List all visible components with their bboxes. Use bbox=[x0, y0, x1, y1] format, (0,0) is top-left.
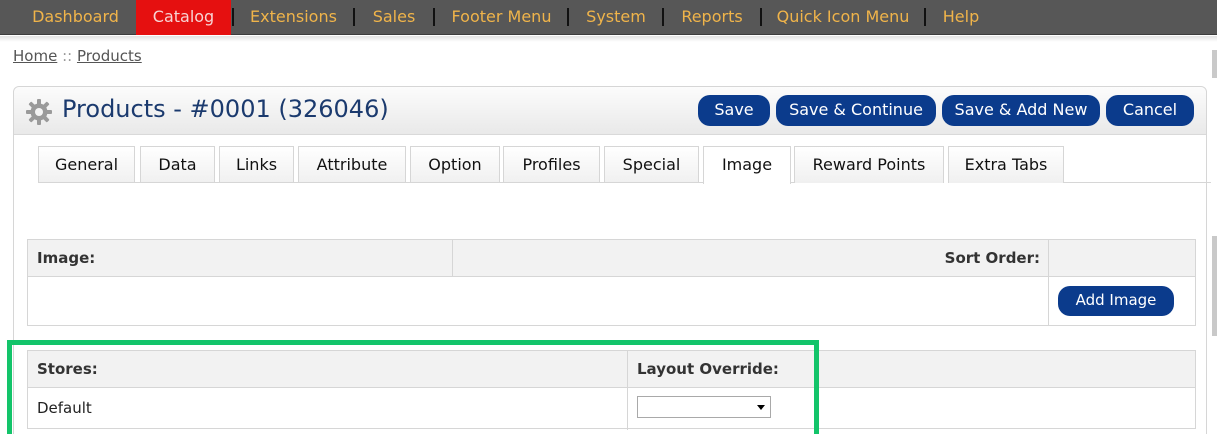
nav-separator bbox=[433, 8, 435, 26]
nav-item-catalog[interactable]: Catalog bbox=[136, 0, 231, 35]
nav-separator bbox=[924, 8, 926, 26]
tab-bar-line bbox=[38, 182, 703, 183]
page-heading: Products - #0001 (326046) Save Save & Co… bbox=[14, 87, 1206, 135]
tab-reward-points[interactable]: Reward Points bbox=[794, 146, 944, 183]
save-continue-button[interactable]: Save & Continue bbox=[776, 95, 936, 126]
nav-separator bbox=[353, 8, 355, 26]
column-divider bbox=[452, 240, 453, 277]
layout-table-header bbox=[28, 351, 1195, 388]
nav-shadow bbox=[0, 36, 1217, 42]
save-add-new-button[interactable]: Save & Add New bbox=[942, 95, 1100, 126]
column-divider bbox=[1048, 240, 1049, 326]
tab-data[interactable]: Data bbox=[140, 146, 215, 183]
layout-override-select[interactable] bbox=[637, 396, 771, 418]
save-button[interactable]: Save bbox=[698, 95, 770, 126]
dropdown-arrow-icon bbox=[757, 405, 765, 410]
top-nav: Dashboard Catalog Extensions Sales Foote… bbox=[0, 0, 1217, 35]
tab-extra-tabs[interactable]: Extra Tabs bbox=[948, 146, 1064, 183]
layout-table: Stores: Layout Override: Default bbox=[27, 350, 1196, 430]
image-table: Image: Sort Order: Add Image bbox=[27, 239, 1196, 326]
tab-special[interactable]: Special bbox=[604, 146, 699, 183]
gear-icon bbox=[26, 99, 52, 125]
nav-item-dashboard[interactable]: Dashboard bbox=[0, 0, 151, 35]
store-name: Default bbox=[37, 399, 92, 417]
nav-separator bbox=[760, 8, 762, 26]
tab-image[interactable]: Image bbox=[703, 146, 791, 184]
page-title: Products - #0001 (326046) bbox=[62, 95, 389, 123]
sort-order-column-header: Sort Order: bbox=[944, 249, 1040, 267]
nav-separator bbox=[232, 8, 234, 26]
breadcrumb-home-link[interactable]: Home bbox=[13, 47, 57, 65]
tab-bar-line bbox=[1064, 182, 1211, 183]
nav-item-system[interactable]: System bbox=[571, 0, 661, 35]
breadcrumb: Home :: Products bbox=[13, 47, 142, 69]
cancel-button[interactable]: Cancel bbox=[1106, 95, 1194, 126]
nav-item-quick-icon-menu[interactable]: Quick Icon Menu bbox=[764, 0, 922, 35]
stores-column-header: Stores: bbox=[37, 360, 98, 378]
nav-item-reports[interactable]: Reports bbox=[666, 0, 758, 35]
tab-links[interactable]: Links bbox=[219, 146, 294, 183]
column-divider bbox=[627, 351, 628, 430]
tab-option[interactable]: Option bbox=[410, 146, 500, 183]
nav-item-footer-menu[interactable]: Footer Menu bbox=[437, 0, 566, 35]
tab-attribute[interactable]: Attribute bbox=[298, 146, 406, 183]
nav-item-sales[interactable]: Sales bbox=[356, 0, 432, 35]
add-image-button[interactable]: Add Image bbox=[1058, 286, 1174, 316]
layout-override-column-header: Layout Override: bbox=[637, 360, 779, 378]
nav-item-extensions[interactable]: Extensions bbox=[236, 0, 351, 35]
tab-profiles[interactable]: Profiles bbox=[503, 146, 600, 183]
scrollbar-track[interactable] bbox=[1212, 50, 1217, 78]
breadcrumb-separator: :: bbox=[62, 47, 73, 65]
tab-bar-line bbox=[791, 182, 795, 183]
nav-item-help[interactable]: Help bbox=[928, 0, 994, 35]
scrollbar-track[interactable] bbox=[1212, 236, 1217, 336]
image-column-header: Image: bbox=[37, 249, 96, 267]
breadcrumb-products-link[interactable]: Products bbox=[77, 47, 142, 65]
product-form-box: Products - #0001 (326046) Save Save & Co… bbox=[13, 86, 1211, 434]
tab-general[interactable]: General bbox=[38, 146, 135, 183]
nav-separator bbox=[567, 8, 569, 26]
nav-separator bbox=[662, 8, 664, 26]
